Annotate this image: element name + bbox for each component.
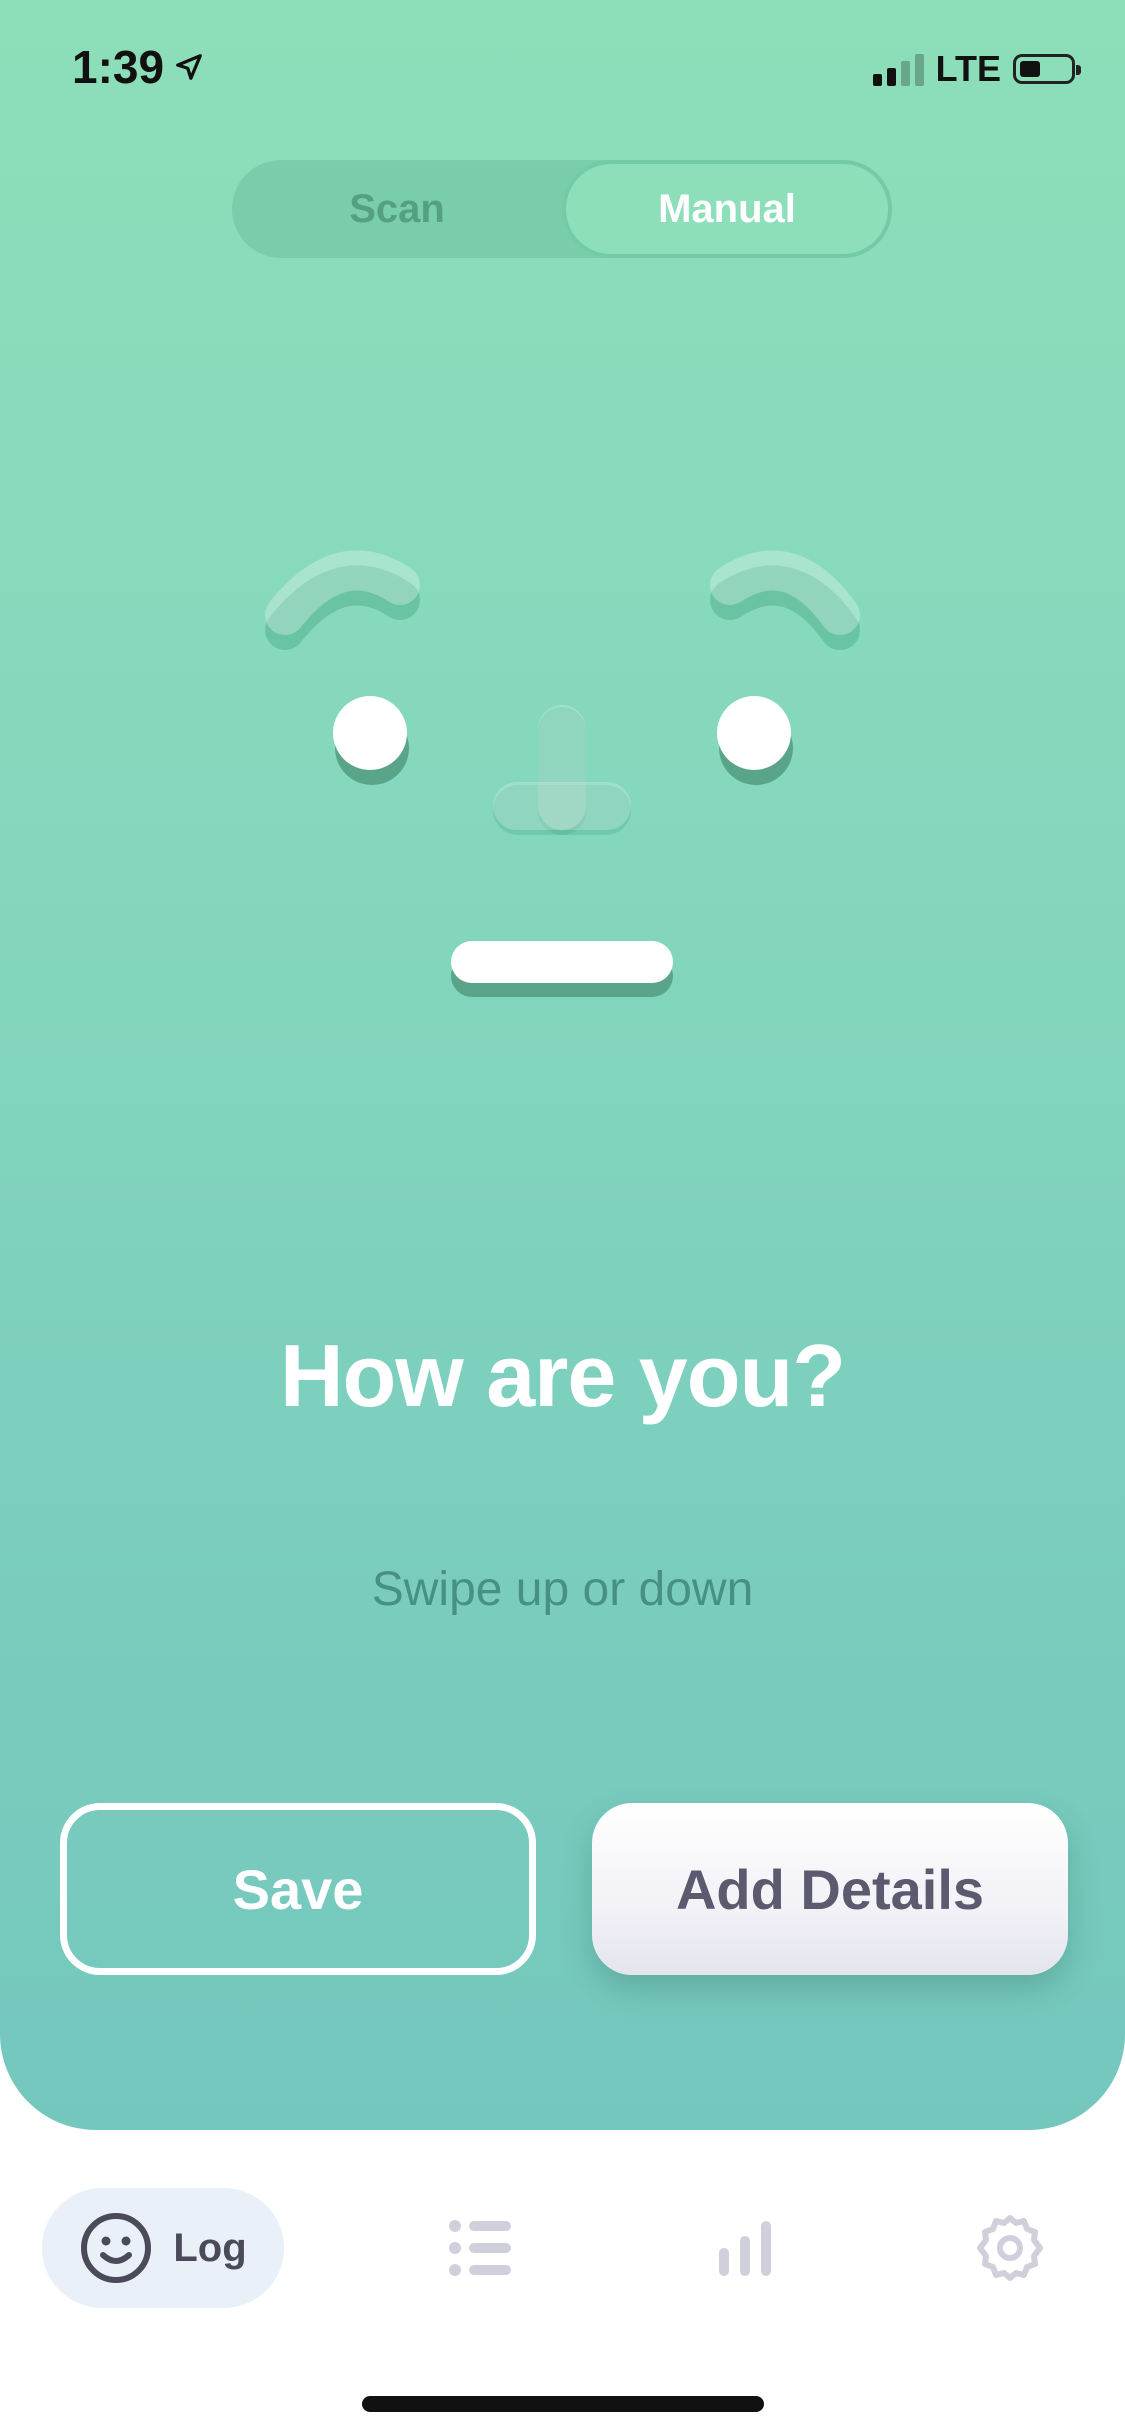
left-eye xyxy=(333,696,409,785)
mouth xyxy=(451,941,673,997)
mood-face[interactable] xyxy=(0,0,1125,1050)
bar-chart-icon xyxy=(719,2221,771,2276)
save-button[interactable]: Save xyxy=(60,1803,536,1975)
tab-settings[interactable] xyxy=(970,2200,1050,2296)
mood-question: How are you? xyxy=(280,1326,846,1425)
left-eyebrow xyxy=(265,550,420,650)
tab-log-label: Log xyxy=(173,2225,247,2270)
tab-log[interactable]: Log xyxy=(42,2188,284,2308)
tab-bar: Log xyxy=(0,2180,1125,2320)
add-details-button[interactable]: Add Details xyxy=(592,1803,1068,1975)
swipe-hint: Swipe up or down xyxy=(371,1563,754,1616)
tab-stats[interactable] xyxy=(705,2200,785,2296)
smiley-icon xyxy=(81,2213,152,2283)
home-indicator[interactable] xyxy=(362,2396,764,2412)
list-icon xyxy=(449,2220,511,2276)
right-eyebrow xyxy=(710,550,860,650)
right-eye xyxy=(717,696,793,785)
tab-entries[interactable] xyxy=(440,2200,520,2296)
mood-panel[interactable]: 1:39 LTE Scan Manual How are you? Swipe … xyxy=(0,0,1125,2130)
nose xyxy=(493,705,631,835)
gear-icon xyxy=(977,2215,1043,2281)
